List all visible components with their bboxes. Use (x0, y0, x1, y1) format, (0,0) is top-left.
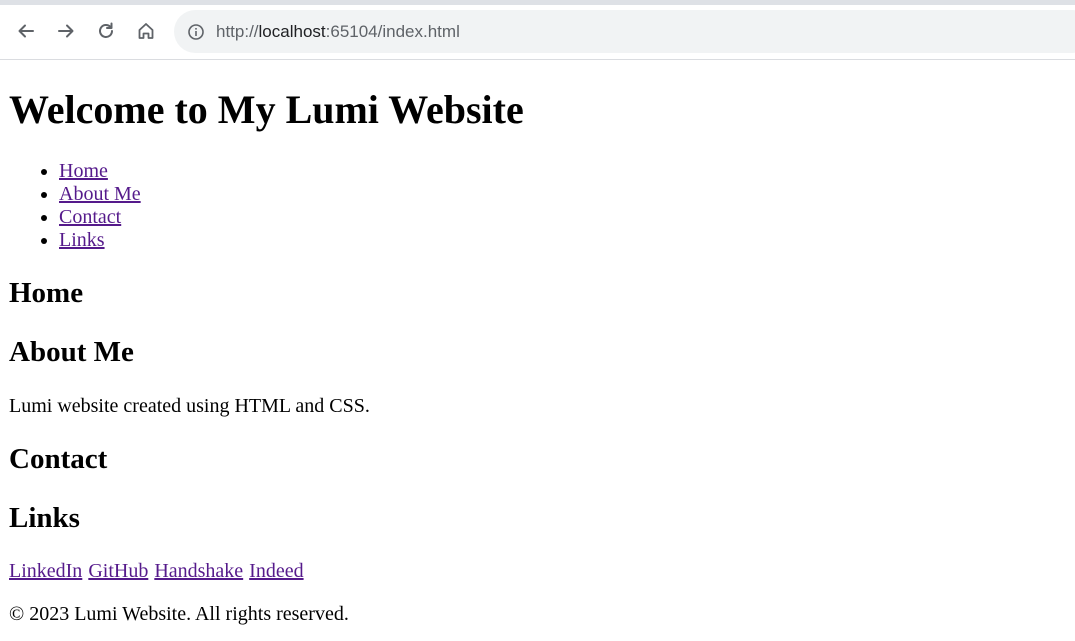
footer-text: © 2023 Lumi Website. All rights reserved… (9, 603, 349, 625)
nav-item-contact: Contact (59, 206, 141, 229)
url-path: :65104/index.html (325, 21, 460, 41)
forward-arrow-icon (58, 24, 74, 38)
nav-item-links: Links (59, 229, 141, 252)
info-icon[interactable] (187, 23, 205, 41)
url-host: localhost (258, 21, 326, 41)
contact-heading: Contact (9, 443, 108, 475)
back-arrow-icon (18, 24, 34, 38)
nav-link-contact[interactable]: Contact (59, 206, 121, 228)
github-link[interactable]: GitHub (88, 560, 148, 582)
back-button[interactable] (11, 16, 41, 46)
reload-icon (99, 22, 113, 38)
home-icon (138, 23, 154, 39)
external-links: LinkedIn GitHub Handshake Indeed (9, 560, 305, 583)
nav-link-links[interactable]: Links (59, 229, 105, 251)
browser-toolbar: http://localhost:65104/index.html (0, 0, 1075, 60)
site-nav: Home About Me Contact Links (0, 160, 141, 252)
nav-item-home: Home (59, 160, 141, 183)
tab-strip (0, 0, 1075, 5)
about-text: Lumi website created using HTML and CSS. (9, 395, 370, 417)
forward-button[interactable] (51, 16, 81, 46)
indeed-link[interactable]: Indeed (249, 560, 303, 582)
nav-link-home[interactable]: Home (59, 160, 108, 182)
about-heading: About Me (9, 336, 134, 368)
url-text[interactable]: http://localhost:65104/index.html (216, 22, 460, 42)
linkedin-link[interactable]: LinkedIn (9, 560, 82, 582)
home-button[interactable] (131, 16, 161, 46)
handshake-link[interactable]: Handshake (154, 560, 243, 582)
nav-link-about[interactable]: About Me (59, 183, 141, 205)
reload-button[interactable] (91, 16, 121, 46)
url-scheme: http:// (216, 21, 259, 41)
nav-item-about: About Me (59, 183, 141, 206)
address-bar[interactable]: http://localhost:65104/index.html (174, 10, 1075, 53)
links-heading: Links (9, 502, 80, 534)
home-heading: Home (9, 277, 84, 309)
page-title: Welcome to My Lumi Website (9, 87, 524, 132)
